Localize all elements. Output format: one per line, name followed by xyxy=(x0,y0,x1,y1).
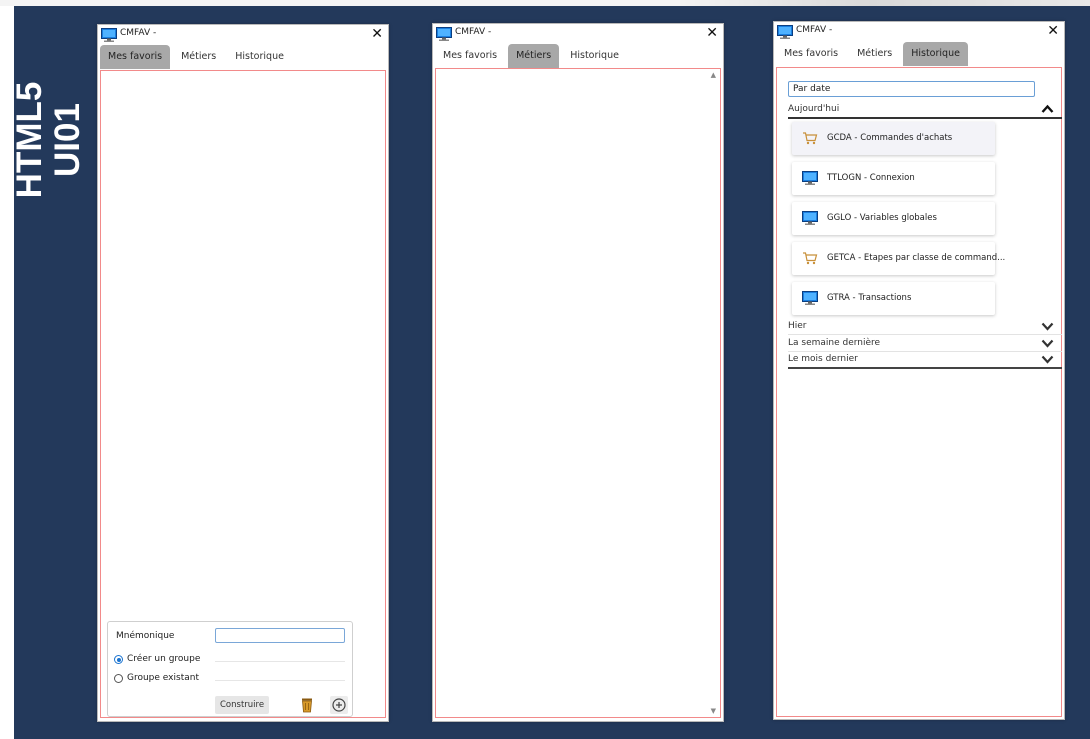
chevron-down-icon xyxy=(1041,339,1054,348)
history-item-gcda[interactable]: GCDA - Commandes d'achats xyxy=(792,122,995,155)
history-item-label: GTRA - Transactions xyxy=(827,293,912,303)
tab-bar: Mes favoris Métiers Historique xyxy=(100,45,295,69)
history-item-label: GCDA - Commandes d'achats xyxy=(827,133,953,143)
tab-historique[interactable]: Historique xyxy=(227,45,292,69)
section-yesterday[interactable]: Hier xyxy=(788,318,1062,335)
mnemonic-input[interactable] xyxy=(215,628,345,643)
section-label: Aujourd'hui xyxy=(788,104,840,114)
mnemonic-label: Mnémonique xyxy=(116,631,175,641)
section-label: La semaine dernière xyxy=(788,338,881,348)
window-title: CMFAV - xyxy=(120,28,157,38)
title-bar: CMFAV - ✕ xyxy=(98,25,388,45)
section-today[interactable]: Aujourd'hui xyxy=(788,101,1062,119)
tab-mes-favoris[interactable]: Mes favoris xyxy=(776,42,846,66)
banner-line-1: HTML5 xyxy=(10,81,49,199)
create-group-radio[interactable] xyxy=(114,655,123,664)
jobs-window: CMFAV - ✕ Mes favoris Métiers Historique ▲… xyxy=(432,23,724,722)
close-icon[interactable]: ✕ xyxy=(371,26,383,42)
history-item-getca[interactable]: GETCA - Etapes par classe de command... xyxy=(792,242,1005,275)
monitor-icon xyxy=(777,25,793,39)
favorites-window: CMFAV - ✕ Mes favoris Métiers Historique M… xyxy=(97,24,389,722)
section-label: Hier xyxy=(788,321,807,331)
tab-metiers[interactable]: Métiers xyxy=(173,45,224,69)
section-last-month[interactable]: Le mois dernier xyxy=(788,351,1062,369)
history-window: CMFAV - ✕ Mes favoris Métiers Historique P… xyxy=(773,21,1065,720)
add-circle-icon[interactable] xyxy=(330,696,348,714)
monitor-icon xyxy=(802,291,818,305)
chevron-down-icon xyxy=(1041,322,1054,331)
tab-mes-favoris[interactable]: Mes favoris xyxy=(100,45,171,69)
tab-mes-favoris[interactable]: Mes favoris xyxy=(435,44,505,68)
tab-bar: Mes favoris Métiers Historique xyxy=(435,44,630,68)
history-item-ttlogn[interactable]: TTLOGN - Connexion xyxy=(792,162,995,195)
history-item-label: TTLOGN - Connexion xyxy=(827,173,915,183)
scroll-up-icon[interactable]: ▲ xyxy=(711,71,716,79)
vertical-banner: HTML5 UI01 xyxy=(10,75,101,205)
cart-icon xyxy=(803,252,818,265)
tab-metiers[interactable]: Métiers xyxy=(849,42,900,66)
window-title: CMFAV - xyxy=(796,25,833,35)
existing-group-radio[interactable] xyxy=(114,674,123,683)
create-group-label: Créer un groupe xyxy=(127,654,201,664)
monitor-icon xyxy=(802,211,818,225)
close-icon[interactable]: ✕ xyxy=(1047,23,1059,39)
scroll-down-icon[interactable]: ▼ xyxy=(711,707,716,715)
chevron-up-icon xyxy=(1041,104,1054,113)
monitor-icon xyxy=(101,28,117,42)
history-item-gglo[interactable]: GGLO - Variables globales xyxy=(792,202,995,235)
section-last-week[interactable]: La semaine dernière xyxy=(788,335,1062,352)
title-bar: CMFAV - ✕ xyxy=(433,24,723,44)
chevron-down-icon xyxy=(1041,355,1054,364)
build-button[interactable]: Construire xyxy=(215,696,270,714)
history-item-label: GGLO - Variables globales xyxy=(827,213,937,223)
trash-icon[interactable] xyxy=(298,696,316,714)
tab-historique[interactable]: Historique xyxy=(903,42,968,66)
tab-metiers[interactable]: Métiers xyxy=(508,44,560,68)
jobs-panel: ▲ ▼ xyxy=(435,68,721,718)
date-filter-input[interactable]: Par date xyxy=(788,81,1035,97)
cart-icon xyxy=(803,132,818,145)
tab-historique[interactable]: Historique xyxy=(562,44,627,68)
monitor-icon xyxy=(802,171,818,185)
window-title: CMFAV - xyxy=(455,27,492,37)
history-item-gtra[interactable]: GTRA - Transactions xyxy=(792,282,995,315)
create-group-field[interactable] xyxy=(215,661,345,662)
banner-line-2: UI01 xyxy=(48,103,87,177)
title-bar: CMFAV - ✕ xyxy=(774,22,1064,42)
monitor-icon xyxy=(436,27,452,41)
existing-group-label: Groupe existant xyxy=(127,673,199,683)
history-item-label: GETCA - Etapes par classe de command... xyxy=(827,253,1006,263)
existing-group-field[interactable] xyxy=(215,680,345,681)
section-label: Le mois dernier xyxy=(788,354,858,364)
tab-bar: Mes favoris Métiers Historique xyxy=(776,42,971,66)
favorite-form: Mnémonique Créer un groupe Groupe exista… xyxy=(107,621,353,717)
favorites-panel: Mnémonique Créer un groupe Groupe exista… xyxy=(100,70,386,718)
history-panel: Par date Aujourd'hui GCDA - Commandes d'… xyxy=(776,67,1062,717)
close-icon[interactable]: ✕ xyxy=(706,25,718,41)
